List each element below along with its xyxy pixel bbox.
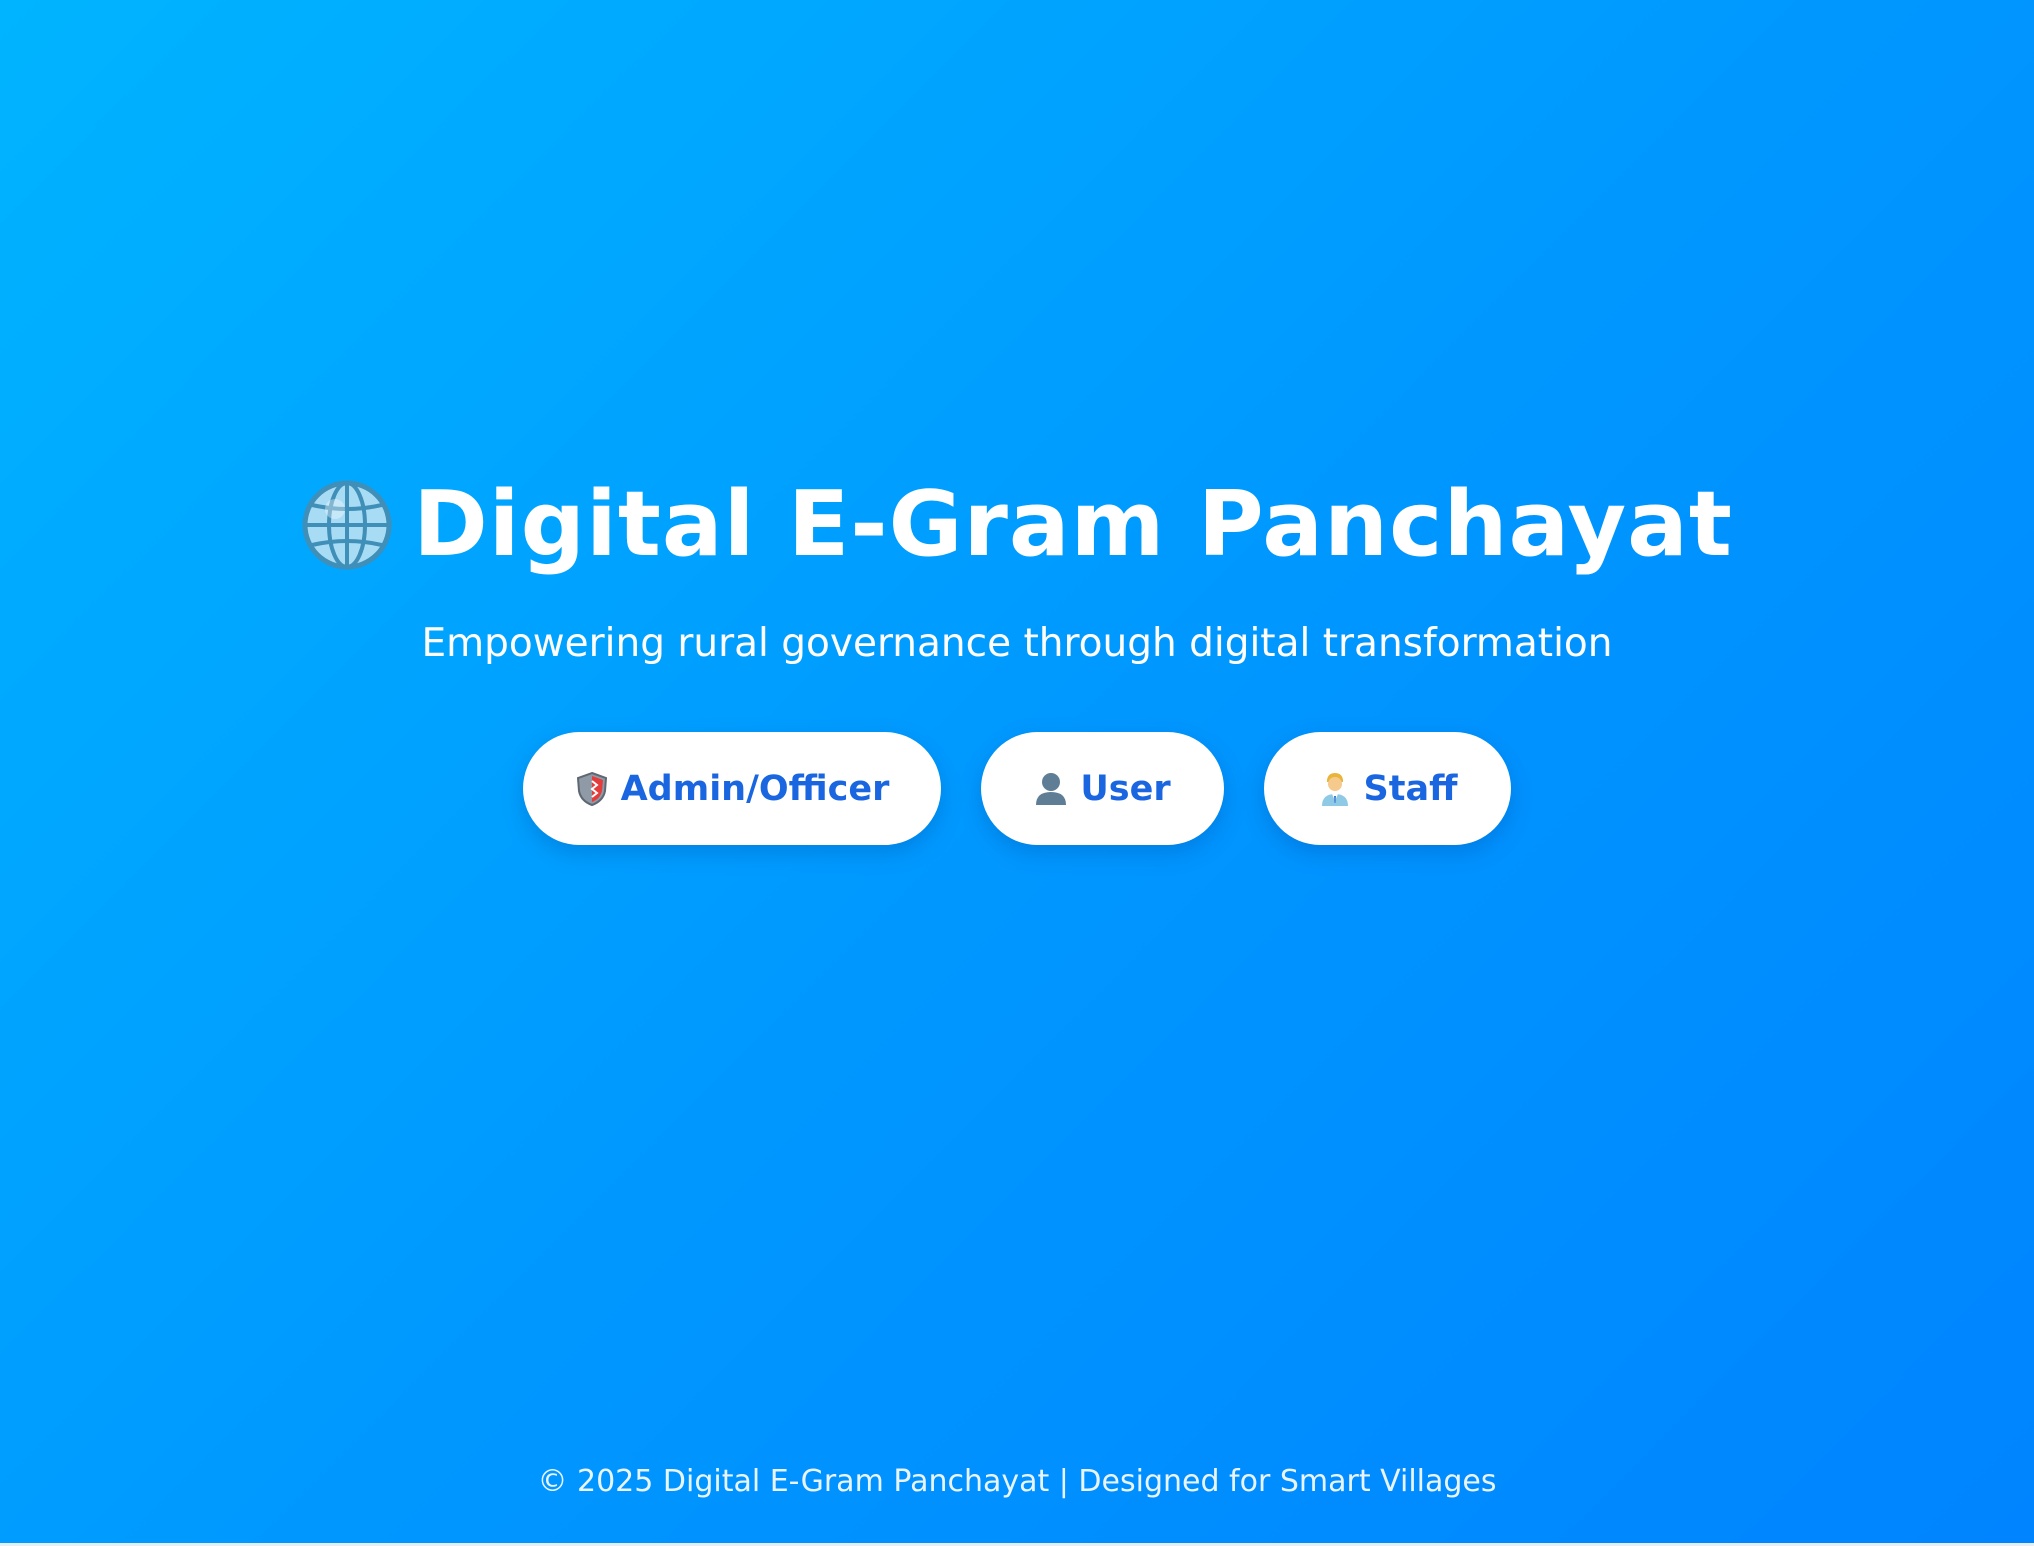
role-button-group: Admin/Officer User Staff (0, 732, 2034, 845)
shield-icon (576, 771, 607, 806)
page-title: Digital E-Gram Panchayat (301, 470, 1733, 580)
staff-button-label: Staff (1363, 768, 1458, 809)
globe-icon (302, 480, 392, 570)
staff-button[interactable]: Staff (1264, 732, 1511, 845)
page-title-text: Digital E-Gram Panchayat (413, 472, 1733, 577)
staff-person-icon (1321, 772, 1348, 806)
footer-text: © 2025 Digital E-Gram Panchayat | Design… (537, 1464, 1497, 1499)
admin-officer-button-label: Admin/Officer (620, 768, 890, 809)
admin-officer-button[interactable]: Admin/Officer (523, 732, 941, 845)
user-button[interactable]: User (981, 732, 1224, 845)
user-button-label: User (1080, 768, 1171, 809)
user-silhouette-icon (1036, 772, 1067, 805)
page-subtitle: Empowering rural governance through digi… (421, 621, 1613, 666)
hero-section: Digital E-Gram Panchayat Empowering rura… (0, 470, 2034, 845)
